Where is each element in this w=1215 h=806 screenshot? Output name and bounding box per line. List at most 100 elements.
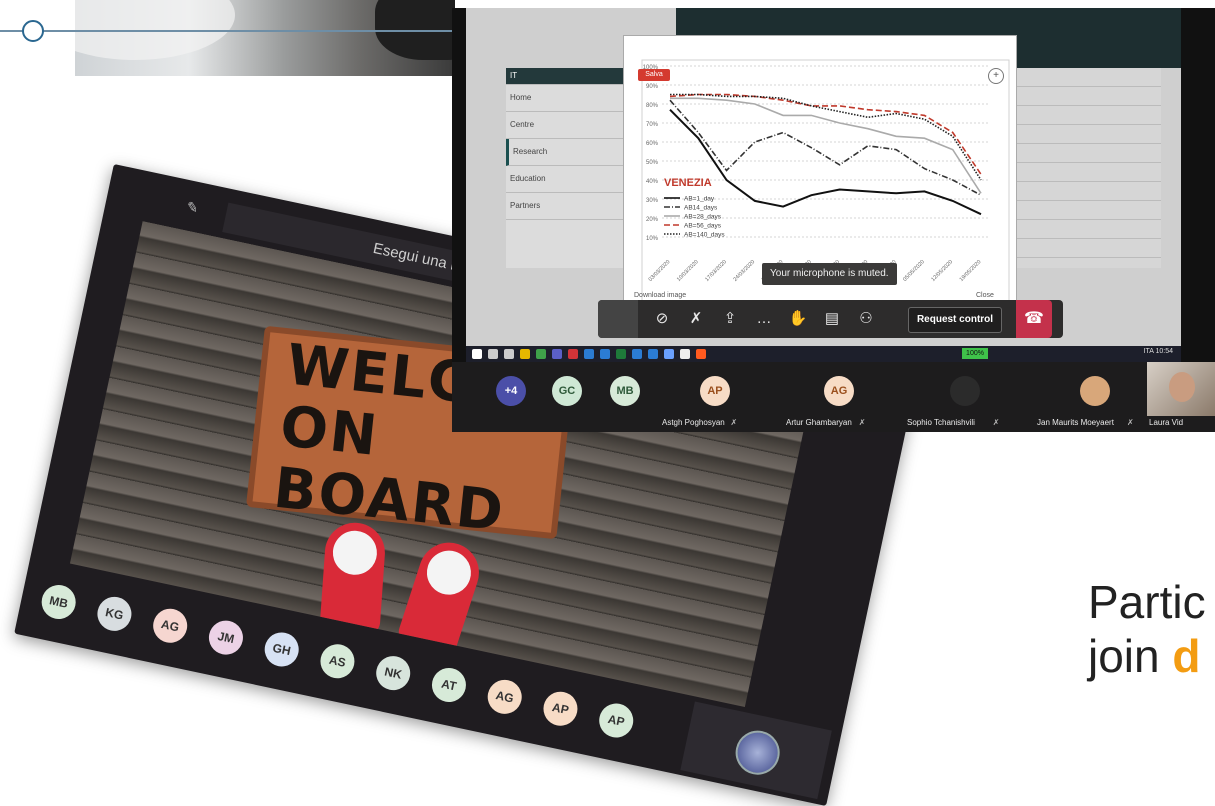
y-tick-label: 90%	[646, 84, 659, 90]
taskbar-app-icon[interactable]	[648, 349, 658, 359]
taskbar-app-icon[interactable]	[504, 349, 514, 359]
more-options-icon[interactable]: …	[752, 307, 776, 331]
taskbar-app-icon[interactable]	[616, 349, 626, 359]
raise-hand-icon[interactable]: ✋	[786, 307, 810, 331]
salva-button[interactable]: Salva	[638, 69, 670, 81]
drag-handle[interactable]	[598, 300, 638, 338]
avatar-at[interactable]: AT	[428, 664, 470, 706]
share-screen-icon[interactable]: ⇪	[718, 307, 742, 331]
camera-off-icon[interactable]: ⊘	[650, 307, 674, 331]
participant-name: Artur Ghambaryan	[786, 418, 852, 427]
participant-video	[1169, 372, 1195, 402]
participant-name: Jan Maurits Moeyaert	[1037, 418, 1114, 427]
participant-avatar[interactable]	[1080, 376, 1110, 406]
website-nav-partners[interactable]: Partners	[506, 193, 626, 220]
timeline-line	[0, 30, 455, 32]
sneaker	[319, 520, 387, 635]
zoom-icon[interactable]: +	[988, 68, 1004, 84]
legend-entry: AB=140_days	[684, 232, 725, 239]
timeline-dot	[22, 20, 44, 42]
chart-title: VENEZIA	[664, 177, 712, 189]
sneaker	[395, 534, 487, 659]
slide-caption: Partic join d	[1088, 575, 1206, 683]
participant-avatar[interactable]: +4	[496, 376, 526, 406]
battery-indicator: 100%	[962, 348, 988, 359]
video-tile-laura[interactable]: Laura Vid	[1147, 362, 1215, 427]
y-tick-label: 80%	[646, 103, 659, 109]
website-nav-home[interactable]: Home	[506, 85, 626, 112]
y-tick-label: 40%	[646, 179, 659, 185]
participant-name: Sophio Tchanishvili	[907, 418, 975, 427]
participant-avatar[interactable]: AG	[824, 376, 854, 406]
avatar-ap[interactable]: AP	[596, 700, 637, 741]
screen-share-window: IT Home Centre Research Education Partners 10…	[452, 8, 1215, 432]
compose-icon[interactable]: ✎	[185, 198, 200, 217]
website-nav-centre[interactable]: Centre	[506, 112, 626, 139]
hang-up-button[interactable]: ☎	[1016, 300, 1052, 338]
taskbar-app-icon[interactable]	[680, 349, 690, 359]
legend-entry: AB=1_day	[684, 196, 715, 203]
request-control-button[interactable]: Request control	[908, 307, 1002, 333]
y-tick-label: 10%	[646, 236, 659, 242]
call-toolbar: ⊘ ✗ ⇪ … ✋ ▤ ⚇ Request control ☎	[598, 300, 1063, 338]
avatar-nk[interactable]: NK	[373, 652, 414, 694]
mic-muted-icon: ✗	[730, 418, 738, 427]
legend-entry: AB=28_days	[684, 214, 722, 221]
taskbar-app-icon[interactable]	[600, 349, 610, 359]
participant-avatar[interactable]: AP	[700, 376, 730, 406]
avatar-gh[interactable]: GH	[261, 629, 302, 670]
taskbar-app-icon[interactable]	[568, 349, 578, 359]
caption-highlight: d	[1172, 630, 1201, 682]
taskbar-app-icon[interactable]	[520, 349, 530, 359]
y-tick-label: 20%	[646, 217, 659, 223]
windows-taskbar: 100% ITA 10:54	[466, 346, 1181, 362]
participant-strip: +4 GC MB AP Astgh Poghosyan ✗ AG Artur Ghambary…	[452, 362, 1215, 432]
avatar-ag[interactable]: AG	[484, 676, 525, 718]
shared-screen: IT Home Centre Research Education Partners 10…	[466, 8, 1181, 351]
mic-muted-icon: ✗	[858, 418, 866, 427]
website-news-column	[1016, 68, 1161, 268]
taskbar-app-icon[interactable]	[472, 349, 482, 359]
avatar-ag[interactable]: AG	[150, 605, 191, 646]
taskbar-app-icon[interactable]	[488, 349, 498, 359]
y-tick-label: 50%	[646, 160, 659, 166]
close-link[interactable]: Close	[976, 292, 994, 299]
mic-muted-icon: ✗	[1127, 418, 1134, 427]
header-photo	[75, 0, 455, 76]
y-tick-label: 30%	[646, 198, 659, 204]
taskbar-app-icon[interactable]	[552, 349, 562, 359]
participant-name: Astgh Poghosyan	[662, 418, 725, 427]
avatar-kg[interactable]: KG	[94, 593, 135, 635]
website-nav-it[interactable]: IT	[506, 68, 626, 85]
taskbar-app-icon[interactable]	[536, 349, 546, 359]
avatar	[731, 726, 784, 779]
self-video-tile[interactable]	[680, 701, 832, 800]
avatar-jm[interactable]: JM	[205, 617, 247, 658]
taskbar-app-icon[interactable]	[664, 349, 674, 359]
website-nav-education[interactable]: Education	[506, 166, 626, 193]
caption-line2-prefix: join	[1088, 630, 1173, 682]
avatar-ap[interactable]: AP	[540, 688, 581, 729]
avatar-mb[interactable]: MB	[38, 581, 79, 623]
caption-line1: Partic	[1088, 576, 1206, 628]
participant-avatar[interactable]	[950, 376, 980, 406]
y-tick-label: 60%	[646, 141, 659, 147]
taskbar-app-icon[interactable]	[632, 349, 642, 359]
website-nav-research[interactable]: Research	[506, 139, 626, 166]
participant-avatar[interactable]: MB	[610, 376, 640, 406]
taskbar-app-icon[interactable]	[696, 349, 706, 359]
participants-icon[interactable]: ⚇	[854, 307, 878, 331]
mic-muted-icon: ✗	[992, 418, 1000, 427]
y-tick-label: 70%	[646, 122, 659, 128]
caption-line2: join d	[1088, 629, 1206, 683]
participant-avatar[interactable]: GC	[552, 376, 582, 406]
system-tray: ITA 10:54	[1143, 348, 1173, 355]
mic-muted-icon[interactable]: ✗	[684, 307, 708, 331]
legend-entry: AB14_days	[684, 205, 718, 212]
download-image-link[interactable]: Download image	[634, 292, 686, 299]
chat-icon[interactable]: ▤	[820, 307, 844, 331]
legend-entry: AB=56_days	[684, 223, 722, 230]
avatar-as[interactable]: AS	[317, 641, 358, 682]
taskbar-app-icon[interactable]	[584, 349, 594, 359]
participant-name: Laura Vid	[1149, 418, 1184, 427]
